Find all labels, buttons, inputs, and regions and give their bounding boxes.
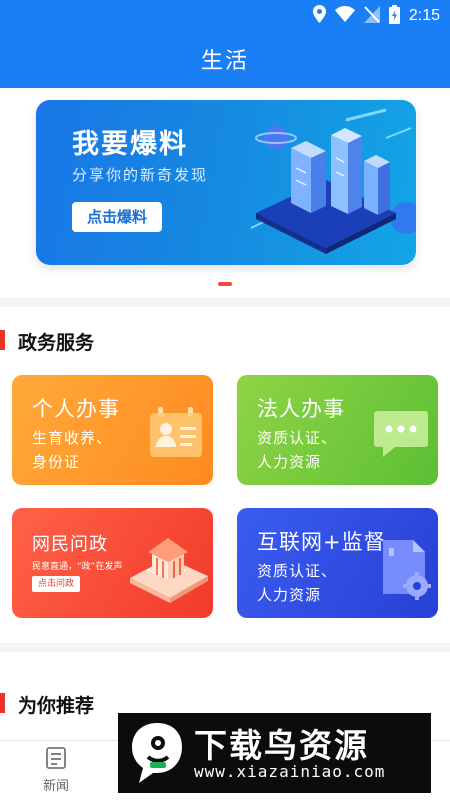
card-desc-line: 资质认证、 <box>257 562 338 580</box>
status-bar: 2:15 <box>0 0 450 32</box>
news-icon <box>46 747 66 769</box>
section-divider <box>0 298 450 307</box>
card-desc-line: 资质认证、 <box>257 429 338 447</box>
section-divider <box>0 643 450 652</box>
tab-label: 新闻 <box>42 779 69 794</box>
card-desc-line: 身份证 <box>32 453 81 471</box>
service-card-legal-entity[interactable]: 法人办事 资质认证、 人力资源 <box>237 375 438 485</box>
watermark-url: www.xiazainiao.com <box>194 762 386 781</box>
carousel-indicator <box>218 282 232 286</box>
card-title: 法人办事 <box>257 397 345 421</box>
isometric-city-illustration <box>250 108 416 254</box>
page-title: 生活 <box>200 49 249 74</box>
wifi-icon <box>334 5 355 26</box>
card-small-text: 民意直通，“政”在发声 <box>32 562 123 572</box>
status-time: 2:15 <box>408 7 440 24</box>
card-title: 个人办事 <box>32 397 120 421</box>
section-title-gov-services: 政务服务 <box>18 332 95 354</box>
bird-logo-icon <box>132 723 182 783</box>
battery-charging-icon <box>388 4 400 28</box>
government-building-icon <box>130 538 208 603</box>
no-sim-icon <box>363 5 380 27</box>
banner-carousel[interactable]: 我要爆料 分享你的新奇发现 点击爆料 <box>36 100 416 265</box>
service-card-personal[interactable]: 个人办事 生育收养、 身份证 <box>12 375 213 485</box>
banner-title: 我要爆料 <box>72 129 188 160</box>
card-desc-line: 生育收养、 <box>32 429 113 447</box>
status-icons: 2:15 <box>312 4 440 28</box>
banner-subtitle: 分享你的新奇发现 <box>72 166 209 184</box>
id-card-icon <box>150 407 202 457</box>
inquiry-button[interactable]: 点击问政 <box>32 576 80 592</box>
service-card-netizen-inquiry[interactable]: 网民问政 民意直通，“政”在发声 点击问政 <box>12 508 213 618</box>
card-title: 互联网+监督 <box>257 530 386 554</box>
location-icon <box>312 5 326 27</box>
section-marker <box>0 330 5 350</box>
card-desc-line: 人力资源 <box>257 453 322 471</box>
banner-action-button[interactable]: 点击爆料 <box>72 202 162 232</box>
section-title-recommend: 为你推荐 <box>18 695 95 717</box>
card-desc-line: 人力资源 <box>257 586 322 604</box>
watermark-title: 下载鸟资源 <box>194 726 369 765</box>
app-header: 生活 <box>0 32 450 88</box>
tab-news[interactable]: 新闻 <box>36 747 76 794</box>
card-title: 网民问政 <box>32 534 108 555</box>
service-card-internet-supervision[interactable]: 互联网+监督 资质认证、 人力资源 <box>237 508 438 618</box>
chat-bubble-icon <box>374 411 428 457</box>
watermark-overlay: 下载鸟资源 www.xiazainiao.com <box>118 713 431 793</box>
document-gear-icon <box>383 540 431 600</box>
section-marker <box>0 693 5 713</box>
